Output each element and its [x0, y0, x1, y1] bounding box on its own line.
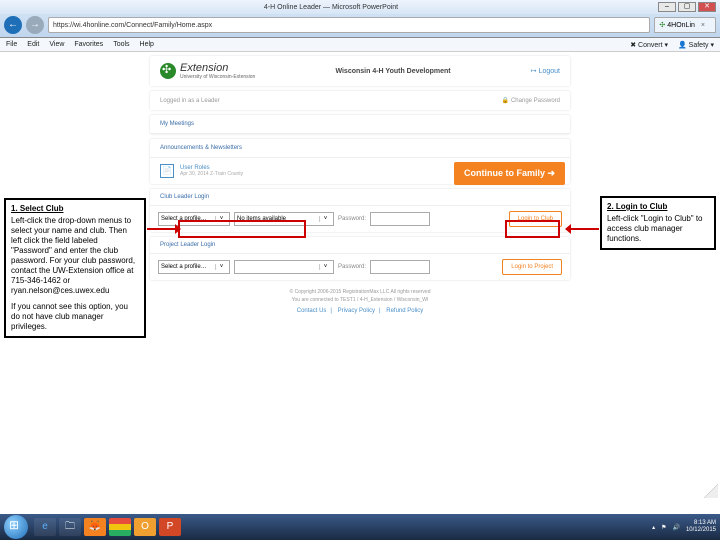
maximize-button[interactable]: ▢: [678, 2, 696, 12]
menu-edit[interactable]: Edit: [27, 41, 39, 48]
project-login-card: Project Leader Login Select a profile…˅ …: [150, 237, 570, 280]
chrome-icon[interactable]: [109, 518, 131, 536]
clover-icon: [160, 63, 176, 79]
callout-select-club: 1. Select Club Left-click the drop-down …: [4, 198, 146, 338]
page-curl-icon: [704, 484, 718, 498]
logged-in-text: Logged in as a Leader: [160, 98, 220, 104]
club-login-header: Club Leader Login: [150, 189, 570, 206]
change-password-link[interactable]: 🔒Change Password: [501, 97, 560, 104]
close-button[interactable]: ✕: [698, 2, 716, 12]
privacy-link[interactable]: Privacy Policy: [338, 308, 375, 314]
back-button[interactable]: ←: [4, 16, 22, 34]
menu-favorites[interactable]: Favorites: [74, 41, 103, 48]
arrow-icon: [147, 228, 177, 230]
minimize-button[interactable]: –: [658, 2, 676, 12]
tray-arrow-icon[interactable]: ▴: [652, 524, 655, 531]
footer-links: Contact Us| Privacy Policy| Refund Polic…: [150, 308, 570, 314]
title-text: 4-H Online Leader — Microsoft PowerPoint: [4, 4, 658, 11]
password-label: Password:: [338, 216, 366, 222]
powerpoint-icon[interactable]: P: [159, 518, 181, 536]
meetings-card: My Meetings: [150, 115, 570, 134]
convert-icon[interactable]: ✖ Convert ▾: [630, 41, 668, 49]
volume-icon[interactable]: 🔊: [672, 524, 679, 531]
browser-chrome: 4-H Online Leader — Microsoft PowerPoint…: [0, 0, 720, 38]
menu-help[interactable]: Help: [140, 41, 154, 48]
user-status-bar: Logged in as a Leader 🔒Change Password: [150, 91, 570, 110]
clover-icon: ✣: [659, 21, 665, 29]
arrow-icon: [569, 228, 599, 230]
callout-login-club: 2. Login to Club Left-click "Login to Cl…: [600, 196, 716, 250]
close-tab-icon[interactable]: ×: [701, 22, 705, 29]
menu-tools[interactable]: Tools: [113, 41, 129, 48]
continue-family-button[interactable]: Continue to Family: [454, 162, 565, 185]
logout-link[interactable]: ↦ Logout: [531, 67, 560, 75]
callout-body: Left-click "Login to Club" to access clu…: [607, 214, 709, 244]
address-bar[interactable]: https://wi.4honline.com/Connect/Family/H…: [48, 17, 650, 33]
clock[interactable]: 8:13 AM 10/12/2015: [686, 520, 716, 533]
taskbar: e 🗀 🦊 O P ▴ ⚑ 🔊 8:13 AM 10/12/2015: [0, 514, 720, 540]
password-field[interactable]: [370, 260, 430, 274]
callout-body: Left-click the drop-down menus to select…: [11, 216, 139, 296]
page-title: Wisconsin 4-H Youth Development: [255, 68, 530, 75]
ie-icon[interactable]: e: [34, 518, 56, 536]
highlight-box: [505, 220, 560, 238]
outlook-icon[interactable]: O: [134, 518, 156, 536]
forward-button[interactable]: →: [26, 16, 44, 34]
start-button[interactable]: [4, 515, 28, 539]
site-header: Extension University of Wisconsin-Extens…: [150, 56, 570, 86]
profile-select[interactable]: Select a profile…˅: [158, 260, 230, 274]
callout-title: 1. Select Club: [11, 204, 139, 214]
highlight-box: [178, 220, 306, 238]
contact-link[interactable]: Contact Us: [297, 308, 327, 314]
footer-copyright: © Copyright 2006-2015 RegistrationMax LL…: [150, 288, 570, 304]
announcements-header: Announcements & Newsletters: [150, 139, 570, 158]
menu-view[interactable]: View: [49, 41, 64, 48]
brand-subtext: University of Wisconsin-Extension: [180, 74, 255, 80]
chevron-down-icon: ˅: [319, 264, 331, 270]
chevron-down-icon: ˅: [319, 216, 331, 222]
project-login-header: Project Leader Login: [150, 237, 570, 254]
callout-title: 2. Login to Club: [607, 202, 709, 212]
safety-icon[interactable]: 👤 Safety ▾: [678, 41, 714, 49]
password-label: Password:: [338, 264, 366, 270]
announcement-date: Apr 30, 2014 Z-Train County: [180, 171, 243, 177]
lock-icon: 🔒: [501, 98, 508, 104]
callout-body-2: If you cannot see this option, you do no…: [11, 302, 139, 332]
arrow-head-icon: [565, 224, 571, 234]
refund-link[interactable]: Refund Policy: [386, 308, 423, 314]
chevron-down-icon: ˅: [215, 264, 227, 270]
firefox-icon[interactable]: 🦊: [84, 518, 106, 536]
system-tray: ▴ ⚑ 🔊 8:13 AM 10/12/2015: [652, 520, 716, 533]
browser-tab[interactable]: ✣ 4HOnLin ×: [654, 17, 716, 33]
flag-icon[interactable]: ⚑: [661, 524, 666, 531]
brand-text: Extension: [180, 62, 255, 74]
login-project-button[interactable]: Login to Project: [502, 259, 562, 275]
password-field[interactable]: [370, 212, 430, 226]
project-select[interactable]: ˅: [234, 260, 334, 274]
document-icon: 📄: [160, 164, 174, 178]
meetings-header: My Meetings: [150, 115, 570, 134]
menu-bar: File Edit View Favorites Tools Help ✖ Co…: [0, 38, 720, 52]
explorer-icon[interactable]: 🗀: [59, 518, 81, 536]
menu-file[interactable]: File: [6, 41, 17, 48]
